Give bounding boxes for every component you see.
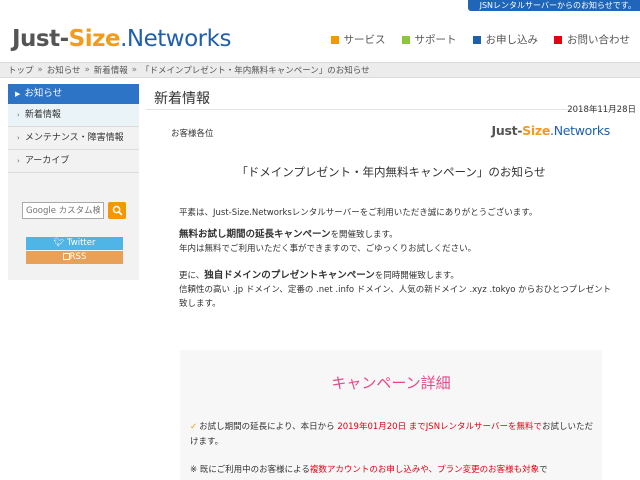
logo-part-just: Just-: [12, 26, 69, 52]
breadcrumb-top[interactable]: トップ: [8, 64, 34, 76]
breadcrumb-separator: »: [131, 65, 137, 75]
chevron-right-icon: ›: [17, 111, 20, 119]
twitter-label: Twitter: [67, 238, 96, 248]
logo-part-networks: .Networks: [120, 26, 231, 52]
search-icon: [112, 205, 122, 216]
nav-apply[interactable]: お申し込み: [472, 32, 539, 47]
nav-service-square-icon: [330, 35, 339, 44]
nav-contact-label: お問い合わせ: [567, 34, 630, 46]
signature-logo: Just-Size.Networks: [491, 123, 611, 138]
campaign-line-trial-a: お試し期間の延長により、本日から: [199, 422, 338, 432]
nav-support-square-icon: [401, 35, 410, 44]
campaign-line-note: ※ 既にご利用中のお客様による複数アカウントのお申し込みや、プラン変更のお客様も…: [190, 463, 595, 478]
breadcrumb-separator: »: [37, 65, 43, 75]
nav-apply-square-icon: [472, 35, 481, 44]
campaign-line-note-highlight: 複数アカウントのお申し込みや、プラン変更のお客様も対象: [309, 465, 540, 475]
article-headline: 「ドメインプレゼント・年内無料キャンペーン」のお知らせ: [236, 165, 546, 179]
nav-service-label: サービス: [343, 34, 386, 46]
domain-present-prefix: 更に、: [179, 271, 205, 281]
trial-extension-emphasis: 無料お試し期間の延長キャンペーン: [179, 229, 331, 240]
search-input[interactable]: [22, 202, 104, 219]
sidebar-item-label: メンテナンス・障害情報: [24, 133, 124, 143]
page-title: 新着情報: [154, 91, 210, 107]
twitter-button[interactable]: 🐦︎ Twitter: [26, 237, 123, 250]
sidebar-item-label: 新着情報: [24, 110, 61, 120]
checkmark-icon: ✓: [190, 422, 198, 432]
campaign-line-trial-highlight: 2019年01月20日 までJSNレンタルサーバーを無料で: [337, 422, 542, 432]
sidebar-header[interactable]: ▶ お知らせ: [8, 84, 139, 104]
paragraph-domain-present: 更に、独自ドメインのプレゼントキャンペーンを同時開催致します。 信頼性の高い .…: [179, 269, 619, 311]
campaign-line-trial: ✓ お試し期間の延長により、本日から 2019年01月20日 までJSNレンタルサ…: [190, 420, 595, 450]
sidebar-item-label: アーカイブ: [24, 156, 70, 166]
title-divider: [146, 109, 626, 110]
nav-apply-label: お申し込み: [485, 34, 539, 46]
global-nav: サービス サポート お申し込み お問い合わせ: [330, 32, 630, 47]
chevron-right-icon: ›: [17, 157, 20, 165]
nav-contact-square-icon: [554, 35, 562, 44]
logo-part-size: Size: [68, 26, 121, 52]
site-header: Just-Size.Networks サービス サポート お申し込み お問い合わ…: [0, 12, 640, 61]
nav-support-label: サポート: [414, 34, 457, 46]
breadcrumb: トップ » お知らせ » 新着情報 » 「ドメインプレゼント・年内無料キャンペー…: [0, 62, 640, 78]
breadcrumb-news[interactable]: お知らせ: [47, 64, 81, 76]
nav-contact[interactable]: お問い合わせ: [554, 32, 630, 47]
breadcrumb-separator: »: [84, 65, 90, 75]
campaign-details-box: キャンペーン詳細 ✓ お試し期間の延長により、本日から 2019年01月20日 ま…: [180, 350, 602, 480]
site-logo[interactable]: Just-Size.Networks: [12, 26, 231, 52]
rss-icon: [62, 253, 70, 260]
campaign-line-note-a: ※ 既にご利用中のお客様による: [190, 465, 310, 475]
nav-service[interactable]: サービス: [330, 32, 386, 47]
sidebar-item-latest[interactable]: › 新着情報: [8, 104, 139, 127]
breadcrumb-current: 「ドメインプレゼント・年内無料キャンペーン」のお知らせ: [140, 66, 370, 76]
sidebar-search: [22, 202, 126, 219]
rss-button[interactable]: RSS: [26, 251, 123, 264]
top-notice-bar: JSNレンタルサーバーからのお知らせです。: [0, 0, 640, 12]
campaign-line-note-b: で: [539, 465, 548, 475]
logo-part-size: Size: [522, 123, 551, 138]
domain-present-emphasis: 独自ドメインのプレゼントキャンペーン: [204, 270, 375, 281]
paragraph-trial-extension: 無料お試し期間の延長キャンペーンを開催致します。 年内は無料でご利用いただく事が…: [179, 228, 619, 256]
top-notice-text: JSNレンタルサーバーからのお知らせです。: [467, 0, 640, 11]
greeting: お客様各位: [171, 129, 214, 139]
logo-part-networks: .Networks: [550, 123, 610, 138]
breadcrumb-latest[interactable]: 新着情報: [94, 64, 128, 76]
domain-present-detail: 信頼性の高い .jp ドメイン、定番の .net .info ドメイン、人気の新…: [179, 285, 612, 309]
search-button[interactable]: [108, 202, 126, 219]
sidebar-item-archive[interactable]: › アーカイブ: [8, 150, 139, 173]
campaign-title: キャンペーン詳細: [331, 374, 451, 392]
paragraph-intro: 平素は、Just-Size.Networksレンタルサーバーをご利用いただき誠に…: [179, 208, 538, 218]
trial-extension-detail: 年内は無料でご利用いただく事ができますので、ごゆっくりお試しください。: [179, 244, 477, 254]
main-content: 新着情報 2018年11月28日 お客様各位 Just-Size.Network…: [146, 84, 640, 480]
chevron-right-icon: ▶: [15, 90, 21, 98]
post-date: 2018年11月28日: [567, 105, 636, 115]
chevron-right-icon: ›: [17, 134, 20, 142]
twitter-bird-icon: 🐦︎: [53, 238, 65, 248]
sidebar: ▶お知らせ › 新着情報 › メンテナンス・障害情報 › アーカイブ 🐦︎ Twitt…: [8, 84, 139, 280]
nav-support[interactable]: サポート: [401, 32, 457, 47]
trial-extension-text: を開催致します。: [330, 230, 398, 240]
logo-part-just: Just-: [491, 123, 523, 138]
rss-label: RSS: [69, 252, 87, 262]
sidebar-item-maintenance[interactable]: › メンテナンス・障害情報: [8, 127, 139, 150]
domain-present-text: を同時開催致します。: [374, 271, 459, 281]
sidebar-header-label: お知らせ: [24, 88, 63, 99]
